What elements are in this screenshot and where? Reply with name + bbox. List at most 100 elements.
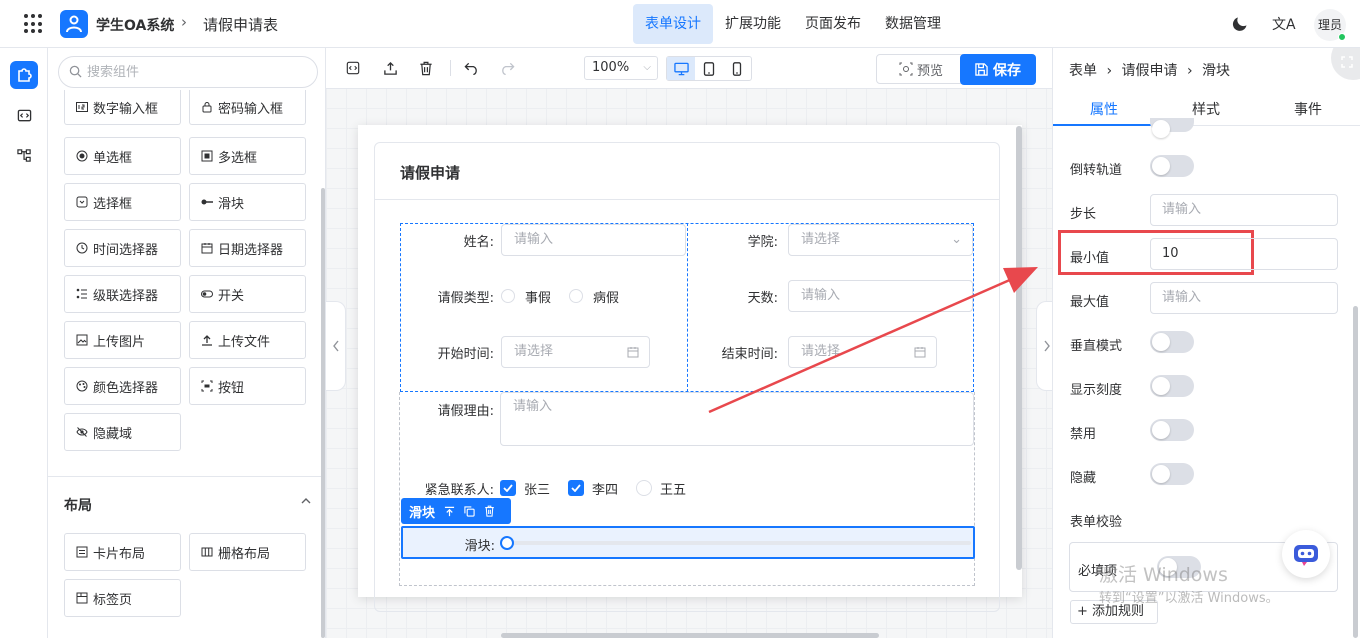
components-rail-button[interactable]: [10, 61, 38, 89]
collapse-left-panel[interactable]: [326, 301, 346, 391]
robot-icon: [1294, 545, 1318, 566]
tab-events[interactable]: 事件: [1294, 99, 1322, 119]
redo-icon[interactable]: [498, 59, 516, 77]
assistant-bot-button[interactable]: [1282, 530, 1330, 578]
nav-form-design[interactable]: 表单设计: [633, 4, 713, 44]
leave-type-radio-sick[interactable]: [569, 289, 583, 303]
comp-select[interactable]: 选择框: [64, 183, 181, 221]
comp-button[interactable]: 按钮: [189, 367, 306, 405]
canvas-horizontal-scrollbar[interactable]: [501, 633, 879, 638]
contact-checkbox-wangwu[interactable]: [636, 480, 652, 496]
slider-knob[interactable]: [500, 536, 514, 550]
crumb-form[interactable]: 表单: [1069, 63, 1097, 79]
properties-scrollbar[interactable]: [1353, 306, 1358, 638]
comp-color-picker[interactable]: 颜色选择器: [64, 367, 181, 405]
hidden-switch[interactable]: [1150, 463, 1194, 485]
chevron-up-icon[interactable]: [300, 495, 312, 511]
reason-label: 请假理由:: [437, 404, 494, 419]
copy-icon[interactable]: [464, 505, 475, 517]
contact-checkbox-zhangsan[interactable]: [500, 480, 516, 496]
tree-rail-button[interactable]: [10, 141, 38, 169]
nav-page-publish[interactable]: 页面发布: [793, 4, 873, 44]
preview-button[interactable]: 预览: [876, 54, 966, 84]
comp-radio[interactable]: 单选框: [64, 137, 181, 175]
leave-type-radio-personal[interactable]: [501, 289, 515, 303]
toolbar-divider: [450, 60, 451, 76]
undo-icon[interactable]: [462, 59, 480, 77]
min-value-input[interactable]: 10: [1150, 238, 1338, 270]
vertical-mode-switch[interactable]: [1150, 331, 1194, 353]
component-search[interactable]: [58, 56, 318, 88]
code-view-icon[interactable]: [344, 59, 362, 77]
export-icon[interactable]: [381, 59, 399, 77]
layout-grid[interactable]: 栅格布局: [189, 533, 306, 571]
start-time-label: 开始时间:: [437, 347, 494, 362]
name-input[interactable]: 请输入: [501, 224, 686, 256]
days-input[interactable]: 请输入: [788, 280, 973, 312]
crumb-card[interactable]: 请假申请: [1122, 63, 1178, 79]
slider-field[interactable]: 滑块:: [401, 526, 975, 559]
delete-icon[interactable]: [484, 505, 495, 517]
translate-icon[interactable]: 文A: [1272, 14, 1296, 34]
disabled-switch[interactable]: [1150, 419, 1194, 441]
trash-icon[interactable]: [417, 59, 435, 77]
comp-checkbox[interactable]: 多选框: [189, 137, 306, 175]
contact-checkbox-lisi[interactable]: [568, 480, 584, 496]
nav-extensions[interactable]: 扩展功能: [713, 4, 793, 44]
max-value-input[interactable]: 请输入: [1150, 282, 1338, 314]
panel-scrollbar[interactable]: [321, 188, 325, 638]
preview-label: 预览: [916, 63, 943, 79]
mobile-view-button[interactable]: [723, 57, 751, 80]
save-button[interactable]: 保存: [960, 54, 1036, 85]
days-label: 天数:: [747, 291, 778, 306]
college-select[interactable]: 请选择 ⌄: [788, 224, 973, 256]
end-time-picker[interactable]: 请选择: [788, 336, 937, 368]
code-rail-button[interactable]: [10, 101, 38, 129]
tab-styles[interactable]: 样式: [1192, 99, 1220, 119]
comp-date-picker[interactable]: 日期选择器: [189, 229, 306, 267]
comp-time-picker[interactable]: 时间选择器: [64, 229, 181, 267]
comp-cascader[interactable]: 级联选择器: [64, 275, 181, 313]
comp-label: 日期选择器: [218, 242, 284, 258]
layout-tabs[interactable]: 标签页: [64, 579, 181, 617]
tablet-view-button[interactable]: [695, 57, 723, 80]
comp-label: 按钮: [218, 380, 245, 396]
eye-icon: [899, 62, 913, 76]
nav-data-management[interactable]: 数据管理: [873, 4, 953, 44]
step-input[interactable]: 请输入: [1150, 194, 1338, 226]
slider-track[interactable]: [507, 541, 971, 545]
select-parent-icon[interactable]: [444, 506, 455, 517]
dark-mode-icon[interactable]: [1232, 15, 1249, 36]
form-page: 请假申请 姓名: 请输入 学院: 请选择 ⌄ 请假类型: 事假 病假 天数: 请…: [358, 125, 1022, 612]
app-name[interactable]: 学生OA系统: [96, 15, 174, 35]
comp-number-input[interactable]: 数字输入框: [64, 90, 181, 125]
tab-properties[interactable]: 属性: [1090, 99, 1118, 119]
canvas-scrollbar[interactable]: [1016, 126, 1022, 570]
apps-grid-icon[interactable]: [24, 14, 44, 34]
comp-upload-file[interactable]: 上传文件: [189, 321, 306, 359]
layout-card[interactable]: 卡片布局: [64, 533, 181, 571]
show-ticks-switch[interactable]: [1150, 375, 1194, 397]
end-time-label: 结束时间:: [721, 347, 778, 362]
comp-hidden-field[interactable]: 隐藏域: [64, 413, 181, 451]
desktop-view-button[interactable]: [667, 57, 695, 80]
comp-label: 上传图片: [93, 334, 146, 350]
partial-switch[interactable]: [1150, 118, 1194, 138]
reverse-track-switch[interactable]: [1150, 155, 1194, 177]
property-tabs: 属性 样式 事件: [1053, 88, 1360, 126]
fullscreen-button[interactable]: [1331, 48, 1360, 80]
reason-textarea[interactable]: 请输入: [500, 392, 974, 446]
comp-switch[interactable]: 开关: [189, 275, 306, 313]
design-canvas: 100% ⌵ 预览 保存 请假申请 姓名: 请输入 学院: 请选择 ⌄ 请假类型…: [326, 48, 1052, 638]
start-time-picker[interactable]: 请选择: [501, 336, 650, 368]
calendar-icon: [201, 242, 213, 254]
component-panel: 数字输入框 密码输入框 单选框 多选框 选择框 滑块 时间选择器 日期选择器: [48, 48, 326, 638]
zoom-select[interactable]: 100% ⌵: [584, 56, 658, 80]
comp-label: 卡片布局: [93, 546, 146, 562]
comp-password-input[interactable]: 密码输入框: [189, 90, 306, 125]
comp-upload-image[interactable]: 上传图片: [64, 321, 181, 359]
comp-slider[interactable]: 滑块: [189, 183, 306, 221]
avatar[interactable]: 理员: [1314, 9, 1346, 41]
search-input[interactable]: [87, 62, 307, 82]
collapse-right-panel[interactable]: [1036, 301, 1052, 391]
